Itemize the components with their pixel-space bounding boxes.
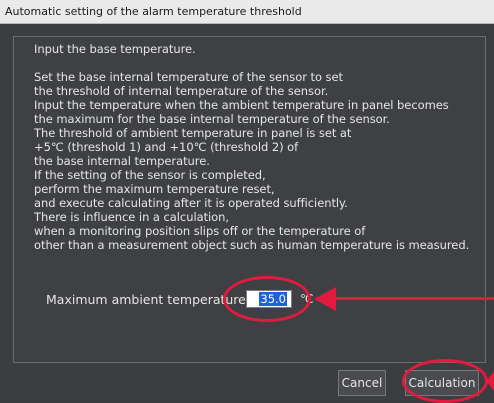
- instruction-line: the threshold of internal temperature of…: [34, 84, 329, 98]
- instruction-line: perform the maximum temperature reset,: [34, 182, 275, 196]
- max-ambient-temperature-row: Maximum ambient temperature 35.0 ℃: [46, 290, 313, 310]
- instruction-line: the maximum for the base internal temper…: [34, 112, 390, 126]
- instruction-line: If the setting of the sensor is complete…: [34, 168, 266, 182]
- instruction-line: Set the base internal temperature of the…: [34, 70, 343, 84]
- instruction-panel: Input the base temperature. Set the base…: [13, 36, 486, 363]
- max-ambient-temperature-label: Maximum ambient temperature: [46, 292, 246, 307]
- instruction-line: Input the temperature when the ambient t…: [34, 98, 449, 112]
- max-ambient-temperature-input[interactable]: 35.0: [246, 290, 292, 308]
- max-ambient-temperature-value: 35.0: [259, 292, 287, 306]
- instruction-line: when a monitoring position slips off or …: [34, 224, 366, 238]
- temperature-unit: ℃: [300, 292, 314, 306]
- annotation-arrow-head: [314, 287, 336, 311]
- instruction-heading: Input the base temperature.: [34, 42, 196, 56]
- instruction-line: There is influence in a calculation,: [34, 210, 230, 224]
- calculation-button[interactable]: Calculation: [405, 370, 479, 396]
- instruction-line: other than a measurement object such as …: [34, 238, 470, 252]
- dialog: Input the base temperature. Set the base…: [0, 24, 494, 401]
- instruction-line: The threshold of ambient temperature in …: [34, 126, 352, 140]
- window-title: Automatic setting of the alarm temperatu…: [0, 0, 494, 24]
- annotation-arrow-head-partial: [486, 369, 494, 393]
- annotation-arrow-shaft: [332, 297, 494, 300]
- instruction-line: the base internal temperature.: [34, 154, 210, 168]
- instruction-line: +5℃ (threshold 1) and +10℃ (threshold 2)…: [34, 140, 299, 154]
- instruction-line: and execute calculating after it is oper…: [34, 196, 348, 210]
- cancel-button[interactable]: Cancel: [338, 370, 386, 396]
